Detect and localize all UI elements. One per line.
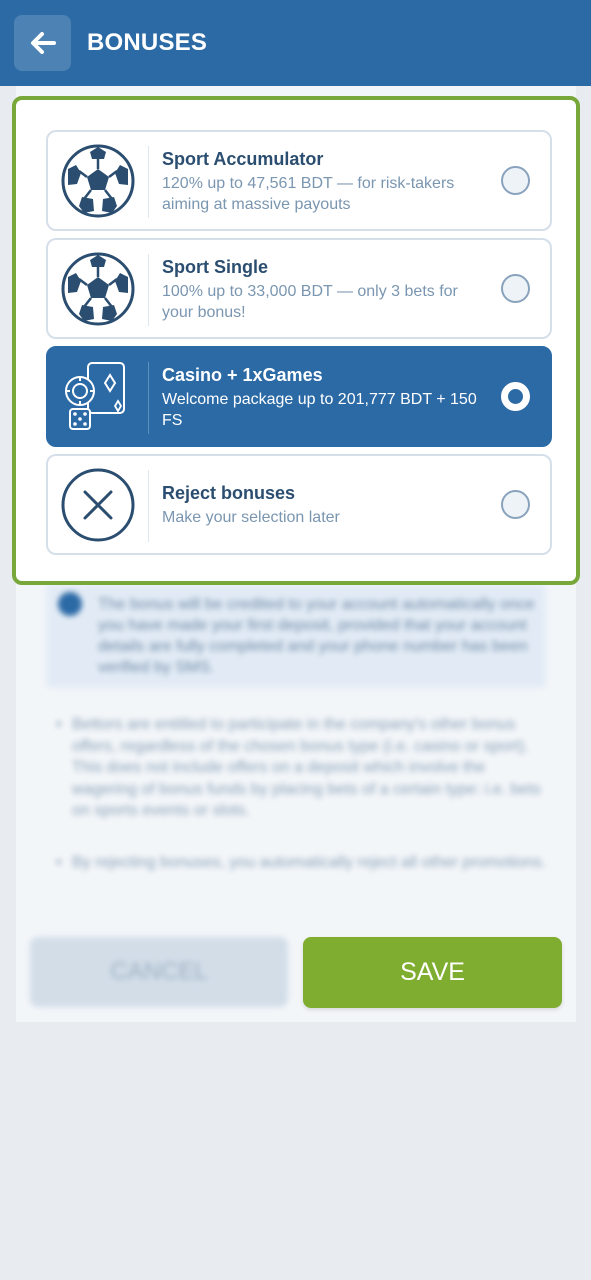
card-text: Sport Single 100% up to 33,000 BDT — onl… bbox=[162, 256, 492, 323]
card-divider bbox=[148, 362, 149, 434]
card-divider bbox=[148, 146, 149, 218]
casino-cards-icon bbox=[60, 359, 136, 435]
radio-button-selected[interactable] bbox=[501, 382, 530, 411]
bonus-title: Casino + 1xGames bbox=[162, 365, 323, 385]
radio-button[interactable] bbox=[501, 274, 530, 303]
bonus-option-sport-accumulator[interactable]: Sport Accumulator 120% up to 47,561 BDT … bbox=[46, 130, 552, 231]
card-text: Casino + 1xGames Welcome package up to 2… bbox=[162, 364, 492, 431]
bonus-description: 120% up to 47,561 BDT — for risk-takers … bbox=[162, 175, 455, 213]
radio-button[interactable] bbox=[501, 166, 530, 195]
info-text: The bonus will be credited to your accou… bbox=[98, 596, 535, 676]
note-item: By rejecting bonuses, you automatically … bbox=[56, 852, 551, 874]
bonus-description: 100% up to 33,000 BDT — only 3 bets for … bbox=[162, 283, 458, 321]
card-divider bbox=[148, 254, 149, 326]
bonus-title: Reject bonuses bbox=[162, 483, 296, 503]
bonus-title: Sport Single bbox=[162, 257, 269, 277]
card-divider bbox=[148, 470, 149, 542]
info-icon bbox=[58, 592, 82, 616]
info-box: The bonus will be credited to your accou… bbox=[46, 584, 546, 688]
bonus-description: Make your selection later bbox=[162, 509, 340, 526]
bonus-title: Sport Accumulator bbox=[162, 149, 324, 169]
note-item: Bettors are entitled to participate in t… bbox=[56, 714, 551, 822]
soccer-ball-icon bbox=[60, 143, 136, 219]
bonus-option-sport-single[interactable]: Sport Single 100% up to 33,000 BDT — onl… bbox=[46, 238, 552, 339]
radio-button[interactable] bbox=[501, 490, 530, 519]
cancel-button[interactable]: CANCEL bbox=[30, 937, 288, 1007]
save-button[interactable]: SAVE bbox=[303, 937, 562, 1008]
card-text: Reject bonuses Make your selection later bbox=[162, 482, 492, 528]
close-circle-icon bbox=[60, 467, 136, 543]
soccer-ball-icon bbox=[60, 251, 136, 327]
card-text: Sport Accumulator 120% up to 47,561 BDT … bbox=[162, 148, 492, 215]
bonus-option-reject[interactable]: Reject bonuses Make your selection later bbox=[46, 454, 552, 555]
bonus-description: Welcome package up to 201,777 BDT + 150 … bbox=[162, 391, 477, 429]
bonus-option-casino-1xgames[interactable]: Casino + 1xGames Welcome package up to 2… bbox=[46, 346, 552, 447]
bonus-selection-panel: Sport Accumulator 120% up to 47,561 BDT … bbox=[12, 96, 580, 585]
